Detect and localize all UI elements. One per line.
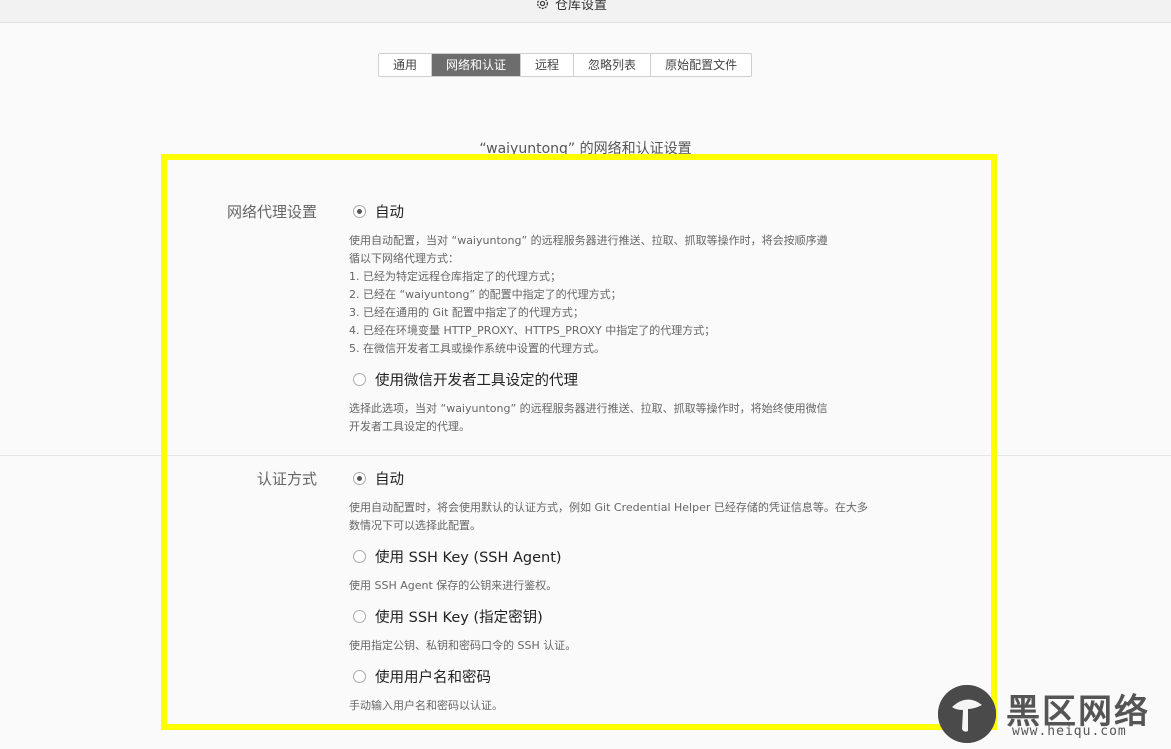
tab-raw-config[interactable]: 原始配置文件 xyxy=(651,54,751,76)
window-title-text: 仓库设置 xyxy=(555,0,608,13)
tab-network-auth[interactable]: 网络和认证 xyxy=(432,54,522,76)
watermark-logo-icon xyxy=(938,685,996,743)
tab-ignore-list[interactable]: 忽略列表 xyxy=(574,54,652,76)
window-titlebar: 仓库设置 xyxy=(0,0,1171,23)
watermark: 黑区网络 www.heiqu.com xyxy=(938,684,1163,744)
settings-tabs: 通用 网络和认证 远程 忽略列表 原始配置文件 xyxy=(378,53,753,77)
window-title: 仓库设置 xyxy=(535,0,607,13)
tab-remote[interactable]: 远程 xyxy=(521,54,575,76)
watermark-url: www.heiqu.com xyxy=(1012,724,1127,739)
gear-icon xyxy=(537,0,548,9)
tab-general[interactable]: 通用 xyxy=(379,54,433,76)
highlight-box xyxy=(161,154,997,730)
